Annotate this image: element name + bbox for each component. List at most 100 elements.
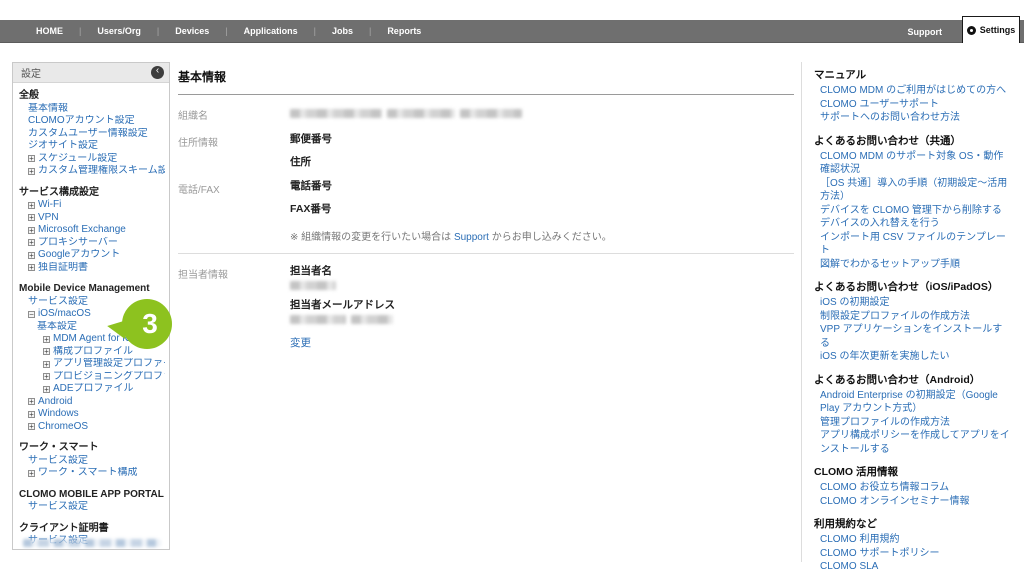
sidebar-group-title-1: サービス構成設定 — [19, 187, 165, 200]
expand-plus-icon[interactable]: + — [43, 386, 50, 393]
help-link-4-0[interactable]: CLOMO お役立ち情報コラム — [820, 481, 1012, 495]
help-section-title-3: よくあるお問い合わせ（Android） — [814, 373, 1014, 387]
expand-plus-icon[interactable]: + — [28, 214, 35, 221]
expand-plus-icon[interactable]: + — [28, 264, 35, 271]
sidebar-item-2-5[interactable]: +アプリ管理設定プロファイル — [19, 358, 165, 371]
sidebar-group-title-5: クライアント証明書 — [19, 523, 165, 536]
expand-plus-icon[interactable]: + — [43, 336, 50, 343]
help-link-2-2[interactable]: VPP アプリケーションをインストールする — [820, 323, 1012, 350]
expand-plus-icon[interactable]: + — [28, 155, 35, 162]
help-link-1-3[interactable]: デバイスの入れ替えを行う — [820, 217, 1012, 231]
expand-plus-icon[interactable]: + — [28, 252, 35, 259]
sidebar-item-label: 基本設定 — [37, 321, 77, 334]
sidebar-item-4-0[interactable]: サービス設定 — [19, 501, 165, 514]
help-link-0-2[interactable]: サポートへのお問い合わせ方法 — [820, 111, 1012, 125]
expand-plus-icon[interactable]: + — [28, 239, 35, 246]
help-panel: マニュアル CLOMO MDM のご利用がはじめての方へCLOMO ユーザーサポー… — [801, 62, 1014, 562]
help-link-1-0[interactable]: CLOMO MDM のサポート対象 OS・動作確認状況 — [820, 150, 1012, 177]
page: HOME|Users/Org|Devices|Applications|Jobs… — [0, 0, 1024, 576]
expand-plus-icon[interactable]: + — [28, 202, 35, 209]
expand-plus-icon[interactable]: + — [43, 373, 50, 380]
help-link-0-0[interactable]: CLOMO MDM のご利用がはじめての方へ — [820, 84, 1012, 98]
sidebar-item-0-3[interactable]: ジオサイト設定 — [19, 140, 165, 153]
help-link-2-3[interactable]: iOS の年次更新を実施したい — [820, 350, 1012, 364]
help-link-5-0[interactable]: CLOMO 利用規約 — [820, 533, 1012, 547]
sidebar-item-2-9[interactable]: +Windows — [19, 408, 165, 421]
help-link-3-1[interactable]: 管理プロファイルの作成方法 — [820, 416, 1012, 430]
help-link-1-1[interactable]: ［OS 共通］導入の手順（初期設定〜活用方法） — [820, 177, 1012, 204]
sidebar-item-0-1[interactable]: CLOMOアカウント設定 — [19, 115, 165, 128]
sidebar-item-label: 基本情報 — [28, 103, 68, 116]
sidebar-item-label: プロビジョニングプロファイル — [53, 371, 165, 384]
help-section-5: 利用規約など CLOMO 利用規約CLOMO サポートポリシーCLOMO SLA — [814, 517, 1014, 574]
contact-name-label: 担当者名 — [290, 265, 794, 278]
main-content: 基本情報 組織名 住所情報 郵便番号 住所 電話/FAX 電話番号 FAX番号 — [178, 62, 794, 351]
sidebar-item-0-0[interactable]: 基本情報 — [19, 103, 165, 116]
help-link-1-2[interactable]: デバイスを CLOMO 管理下から削除する — [820, 204, 1012, 218]
nav-item-reports[interactable]: Reports — [371, 26, 437, 36]
org-name-label: 組織名 — [178, 106, 290, 122]
expand-plus-icon[interactable]: + — [28, 411, 35, 418]
help-link-3-2[interactable]: アプリ構成ポリシーを作成してアプリをインストールする — [820, 429, 1012, 456]
change-link[interactable]: 変更 — [290, 335, 311, 350]
support-note-link[interactable]: Support — [454, 232, 489, 243]
sidebar-group-title-2: Mobile Device Management — [19, 283, 165, 296]
sidebar-item-0-4[interactable]: +スケジュール設定 — [19, 153, 165, 166]
sidebar-item-1-0[interactable]: +Wi-Fi — [19, 199, 165, 212]
help-section-title-0: マニュアル — [814, 68, 1014, 82]
help-link-4-1[interactable]: CLOMO オンラインセミナー情報 — [820, 495, 1012, 509]
sidebar-item-2-6[interactable]: +プロビジョニングプロファイル — [19, 371, 165, 384]
sidebar-item-3-0[interactable]: サービス設定 — [19, 455, 165, 468]
sidebar-item-label: サービス設定 — [28, 455, 88, 468]
collapse-sidebar-icon[interactable] — [151, 66, 164, 79]
sidebar-item-1-5[interactable]: +独自証明書 — [19, 262, 165, 275]
expand-plus-icon[interactable]: + — [43, 348, 50, 355]
sidebar-group-4: CLOMO MOBILE APP PORTALサービス設定 — [19, 489, 165, 514]
expand-plus-icon[interactable]: + — [43, 361, 50, 368]
note-suffix: からお申し込みください。 — [489, 232, 612, 243]
expand-plus-icon[interactable]: + — [28, 398, 35, 405]
clipped-link-placeholder — [23, 539, 161, 547]
help-link-2-1[interactable]: 制限設定プロファイルの作成方法 — [820, 310, 1012, 324]
collapse-minus-icon[interactable]: − — [28, 311, 35, 318]
sidebar-item-0-2[interactable]: カスタムユーザー情報設定 — [19, 128, 165, 141]
fax-number-label: FAX番号 — [290, 203, 794, 216]
help-link-5-1[interactable]: CLOMO サポートポリシー — [820, 547, 1012, 561]
sidebar-item-1-3[interactable]: +プロキシサーバー — [19, 237, 165, 250]
expand-plus-icon[interactable]: + — [28, 227, 35, 234]
help-link-1-5[interactable]: 図解でわかるセットアップ手順 — [820, 258, 1012, 272]
sidebar-group-0: 全般基本情報CLOMOアカウント設定カスタムユーザー情報設定ジオサイト設定+スケ… — [19, 90, 165, 178]
help-link-0-1[interactable]: CLOMO ユーザーサポート — [820, 98, 1012, 112]
help-link-5-2[interactable]: CLOMO SLA — [820, 560, 1012, 574]
sidebar-item-label: プロキシサーバー — [38, 237, 118, 250]
redacted-contact-name — [290, 281, 794, 290]
help-link-2-0[interactable]: iOS の初期設定 — [820, 296, 1012, 310]
sidebar-item-1-2[interactable]: +Microsoft Exchange — [19, 224, 165, 237]
nav-item-jobs[interactable]: Jobs — [316, 26, 369, 36]
sidebar-item-0-5[interactable]: +カスタム管理権限スキーム設定 — [19, 165, 165, 178]
nav-item-devices[interactable]: Devices — [159, 26, 225, 36]
expand-plus-icon[interactable]: + — [28, 168, 35, 175]
nav-item-users-org[interactable]: Users/Org — [81, 26, 157, 36]
sidebar-item-1-1[interactable]: +VPN — [19, 212, 165, 225]
sidebar-item-3-1[interactable]: +ワーク・スマート構成 — [19, 467, 165, 480]
address-label: 住所情報 — [178, 133, 290, 169]
sidebar-item-2-8[interactable]: +Android — [19, 396, 165, 409]
tab-settings[interactable]: Settings — [962, 16, 1020, 43]
sidebar-group-3: ワーク・スマートサービス設定+ワーク・スマート構成 — [19, 442, 165, 480]
expand-plus-icon[interactable]: + — [28, 470, 35, 477]
help-section-title-5: 利用規約など — [814, 517, 1014, 531]
expand-plus-icon[interactable]: + — [28, 423, 35, 430]
nav-item-applications[interactable]: Applications — [228, 26, 314, 36]
sidebar-item-label: CLOMOアカウント設定 — [28, 115, 135, 128]
sidebar-item-2-7[interactable]: +ADEプロファイル — [19, 383, 165, 396]
sidebar-item-2-10[interactable]: +ChromeOS — [19, 421, 165, 434]
help-section-4: CLOMO 活用情報CLOMO お役立ち情報コラムCLOMO オンラインセミナー… — [814, 465, 1014, 508]
help-link-1-4[interactable]: インポート用 CSV ファイルのテンプレート — [820, 231, 1012, 258]
help-link-3-0[interactable]: Android Enterprise の初期設定（Google Play アカウ… — [820, 389, 1012, 416]
annotation-badge: 3 — [122, 299, 172, 349]
nav-item-home[interactable]: HOME — [20, 26, 79, 36]
sidebar-item-1-4[interactable]: +Googleアカウント — [19, 249, 165, 262]
top-navigation-bar: HOME|Users/Org|Devices|Applications|Jobs… — [0, 20, 1024, 43]
support-link[interactable]: Support — [908, 27, 943, 37]
